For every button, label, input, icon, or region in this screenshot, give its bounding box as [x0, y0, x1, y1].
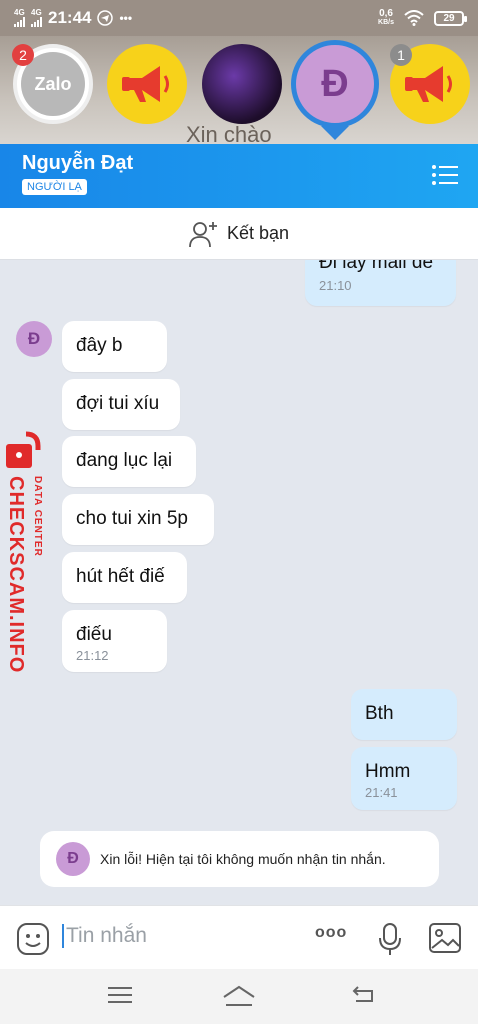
- watermark-text: CHECKSCAM.INFO: [5, 476, 27, 674]
- telegram-icon: [97, 10, 114, 26]
- message-bubble[interactable]: đây b: [62, 321, 167, 372]
- message-bubble[interactable]: đang lục lại: [62, 436, 196, 487]
- message-bubble[interactable]: cho tui xin 5p: [62, 494, 214, 545]
- background-text: Xin chào: [186, 122, 272, 144]
- signal-icon: 4G: [14, 9, 25, 27]
- active-indicator: [321, 126, 349, 140]
- nav-menu-icon[interactable]: [108, 985, 132, 1005]
- chat-heads-bar: Xin chào Zalo 2 Đ 1: [0, 36, 478, 144]
- mic-icon[interactable]: [378, 922, 402, 956]
- sticker-icon[interactable]: [16, 922, 50, 956]
- watermark-subtext: DATA CENTER: [32, 476, 43, 557]
- message-bubble[interactable]: điếu 21:12: [62, 610, 167, 672]
- message-bubble[interactable]: đợi tui xíu: [62, 379, 180, 430]
- chat-header: Nguyễn Đạt NGƯỜI LẠ: [0, 144, 478, 208]
- nav-home-icon[interactable]: [222, 985, 256, 1007]
- signal-icon-2: 4G: [31, 9, 42, 27]
- watermark: CHECKSCAM.INFO DATA CENTER: [2, 430, 52, 674]
- message-bubble[interactable]: Hmm 21:41: [351, 747, 457, 810]
- megaphone-chat-head[interactable]: [107, 44, 187, 124]
- lock-icon: [6, 431, 41, 468]
- message-bubble[interactable]: Bth: [351, 689, 457, 740]
- system-nav-bar: [0, 969, 478, 1024]
- active-chat-head[interactable]: Đ: [291, 40, 379, 128]
- add-friend-icon: [189, 221, 217, 247]
- message-input[interactable]: Tin nhắn: [62, 924, 147, 948]
- notice-avatar: Đ: [56, 842, 90, 876]
- megaphone-icon: [122, 66, 169, 102]
- nav-back-icon[interactable]: [352, 985, 376, 1005]
- add-friend-button[interactable]: Kết bạn: [0, 208, 478, 260]
- status-bar: 4G 4G 21:44 ••• 0,6 KB/s 29: [0, 0, 478, 36]
- more-options-icon[interactable]: ooo: [315, 924, 347, 942]
- network-speed: 0,6 KB/s: [378, 8, 394, 27]
- contact-chat-head[interactable]: [202, 44, 282, 124]
- stranger-tag: NGƯỜI LẠ: [22, 179, 87, 195]
- message-list[interactable]: Đi lấy mail để 21:10 Đ đây b đợi tui xíu…: [0, 260, 478, 905]
- wifi-icon: [404, 10, 424, 26]
- add-friend-label: Kết bạn: [226, 223, 290, 243]
- contact-name[interactable]: Nguyễn Đạt: [22, 152, 133, 175]
- sender-avatar[interactable]: Đ: [16, 321, 52, 357]
- battery-icon: 29: [434, 10, 467, 26]
- megaphone-icon-2: [405, 66, 452, 102]
- menu-list-icon[interactable]: [432, 164, 458, 186]
- image-icon[interactable]: [428, 922, 462, 954]
- status-time: 21:44: [48, 8, 92, 27]
- block-notice: Đ Xin lỗi! Hiện tại tôi không muốn nhận …: [40, 831, 439, 887]
- composer: Tin nhắn ooo: [0, 905, 478, 969]
- megaphone-unread-badge: 1: [390, 44, 412, 66]
- status-more: •••: [119, 11, 133, 25]
- message-bubble[interactable]: Đi lấy mail để 21:10: [305, 260, 456, 306]
- message-bubble[interactable]: hút hết điế: [62, 552, 187, 603]
- zalo-unread-badge: 2: [12, 44, 34, 66]
- notice-text: Xin lỗi! Hiện tại tôi không muốn nhận ti…: [100, 851, 386, 867]
